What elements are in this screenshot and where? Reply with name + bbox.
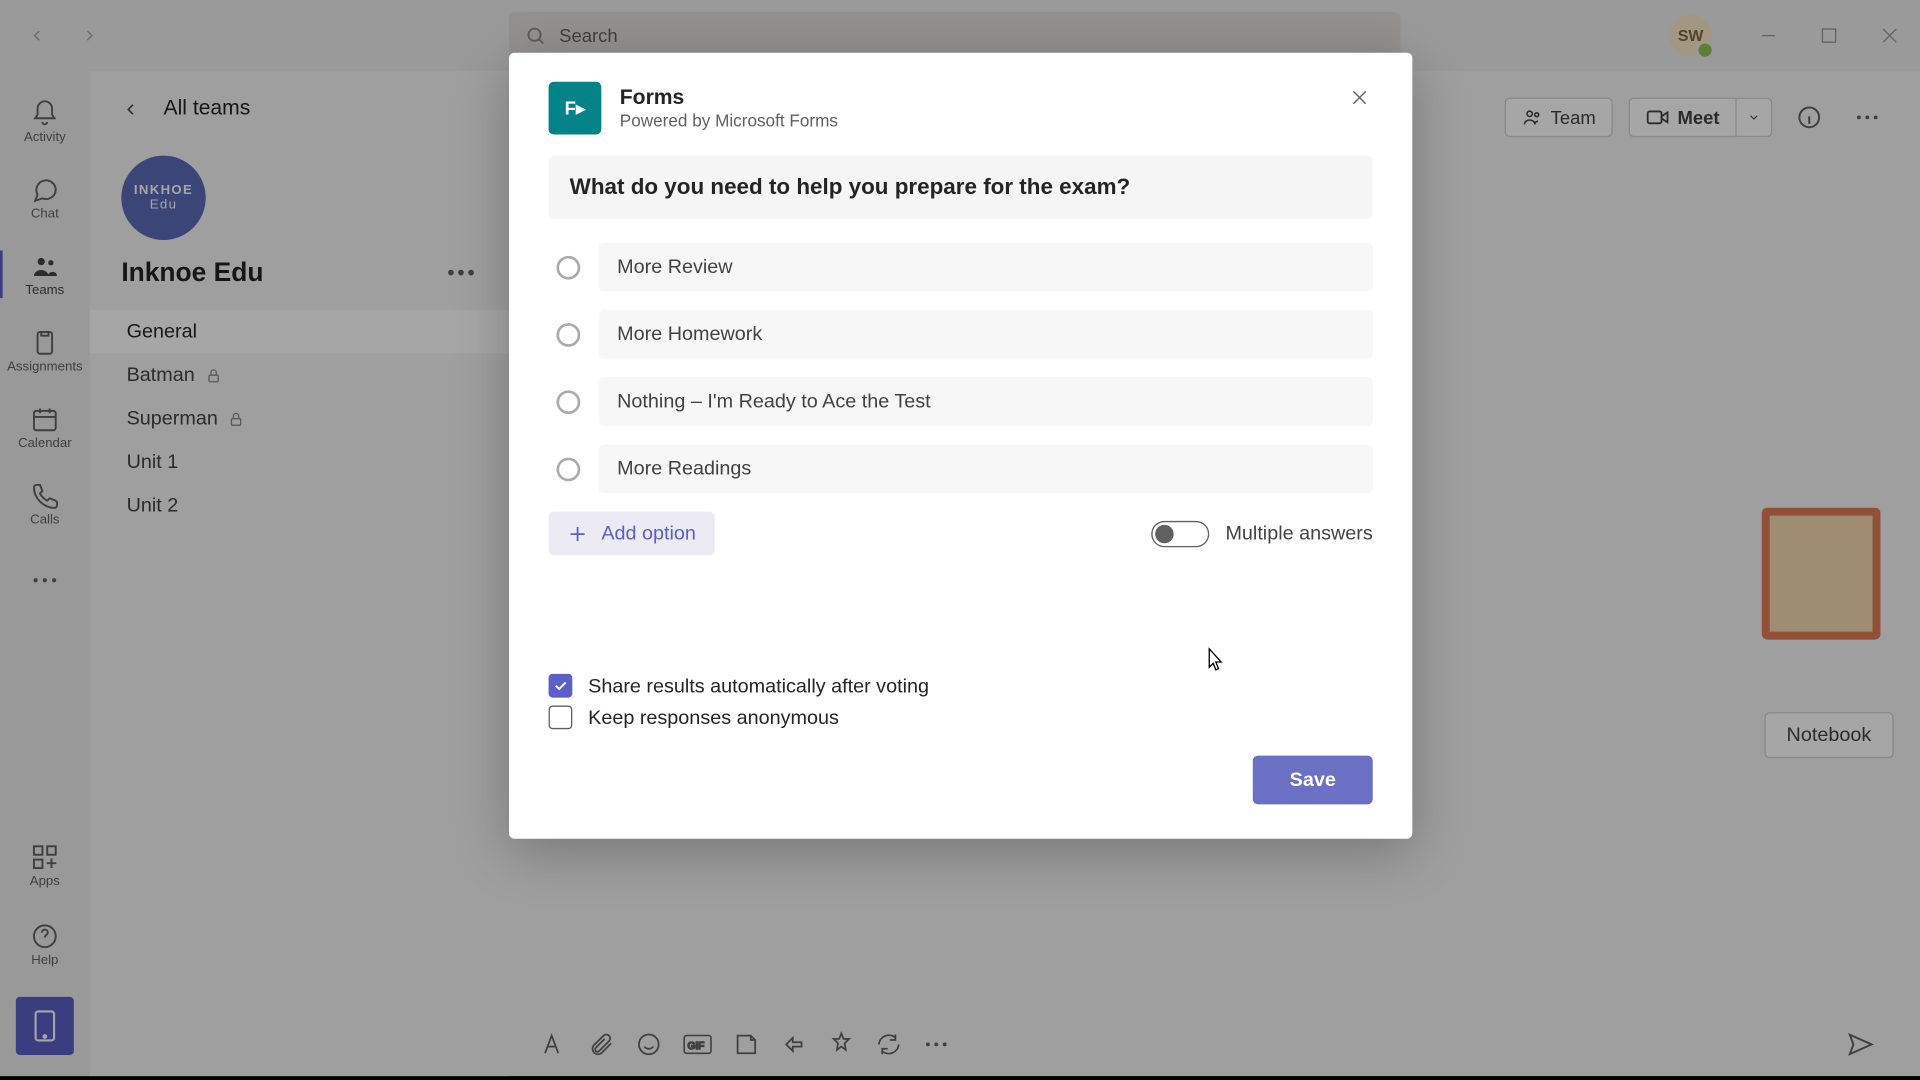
option-text-input[interactable]: More Homework [599,310,1373,359]
plus-icon [567,523,588,544]
forms-modal: F▸ Forms Powered by Microsoft Forms What… [509,53,1412,839]
option-text-input[interactable]: More Readings [599,444,1373,493]
anonymous-label: Keep responses anonymous [588,706,839,728]
multiple-answers-toggle[interactable] [1152,520,1210,546]
save-button[interactable]: Save [1253,756,1373,805]
forms-app-icon: F▸ [549,82,602,135]
option-radio[interactable] [556,457,580,481]
share-results-label: Share results automatically after voting [588,675,929,697]
option-radio[interactable] [556,390,580,414]
poll-options: More Review More Homework Nothing – I'm Re… [549,243,1373,494]
modal-close-button[interactable] [1341,79,1378,116]
option-radio[interactable] [556,255,580,279]
anonymous-checkbox[interactable] [549,706,573,730]
poll-option-2: More Homework [556,310,1372,359]
multiple-answers-label: Multiple answers [1225,522,1372,544]
option-radio[interactable] [556,322,580,346]
share-results-checkbox[interactable] [549,674,573,698]
option-text-input[interactable]: Nothing – I'm Ready to Ace the Test [599,377,1373,426]
option-text-input[interactable]: More Review [599,243,1373,292]
modal-subtitle: Powered by Microsoft Forms [620,110,838,130]
modal-title: Forms [620,86,838,110]
poll-option-3: Nothing – I'm Ready to Ace the Test [556,377,1372,426]
poll-option-1: More Review [556,243,1372,292]
poll-option-4: More Readings [556,444,1372,493]
poll-question-input[interactable]: What do you need to help you prepare for… [549,156,1373,219]
close-icon [1349,87,1370,108]
add-option-button[interactable]: Add option [549,512,715,556]
check-icon [553,678,569,694]
